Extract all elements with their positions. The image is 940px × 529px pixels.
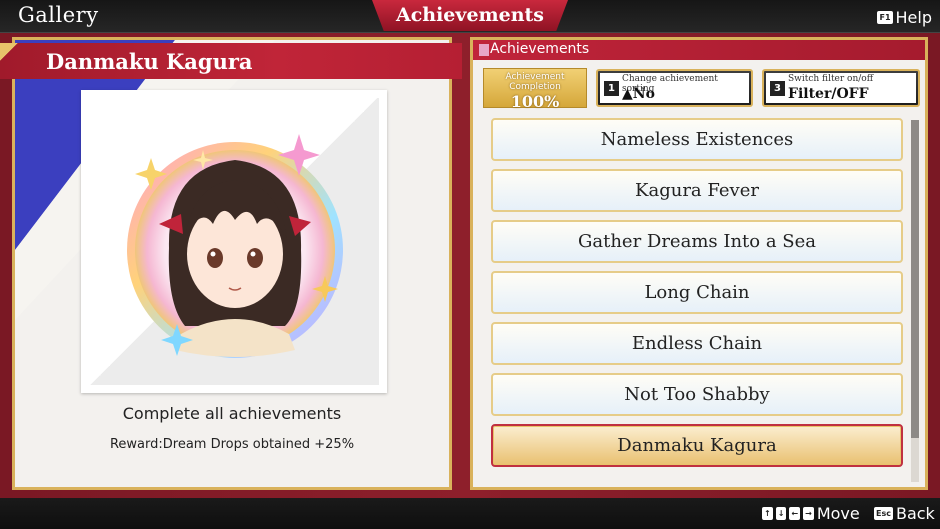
sort-button-value: ▲No [622, 86, 655, 102]
gallery-title: Gallery [18, 3, 99, 27]
back-label: Back [895, 504, 935, 523]
achievement-item[interactable]: Not Too Shabby [491, 373, 903, 416]
achievement-item[interactable]: Nameless Existences [491, 118, 903, 161]
achievement-title-ribbon: Danmaku Kagura [0, 43, 462, 79]
arrow-up-key-icon: ↑ [762, 507, 773, 520]
completion-value: 100% [510, 92, 560, 111]
completion-badge: Achievement Completion 100% [483, 68, 587, 111]
achievement-item-label: Danmaku Kagura [617, 435, 777, 456]
scrollbar-thumb[interactable] [911, 120, 919, 438]
back-button[interactable]: Esc Back [874, 504, 935, 523]
f1-key-icon: F1 [877, 10, 893, 24]
achievement-reward: Reward:Dream Drops obtained +25% [109, 437, 355, 452]
tab-achievements[interactable]: Achievements [372, 0, 568, 31]
move-label: Move [816, 504, 860, 523]
list-scrollbar[interactable] [911, 120, 919, 482]
achievement-list: Nameless Existences Kagura Fever Gather … [491, 118, 905, 470]
key-1-icon: 1 [604, 81, 619, 96]
achievement-detail-panel: Complete all achievements Reward:Dream D… [12, 37, 452, 490]
completion-label: Achievement Completion [505, 72, 565, 92]
list-header-label: Achievements [490, 41, 590, 57]
help-button[interactable]: F1 Help [877, 6, 932, 28]
top-bar: Gallery Achievements F1 Help [0, 0, 940, 33]
achievement-item-label: Nameless Existences [600, 129, 794, 150]
filter-button-label: Switch filter on/off [788, 74, 874, 84]
help-label: Help [895, 7, 932, 27]
achievement-item[interactable]: Long Chain [491, 271, 903, 314]
arrow-left-key-icon: ← [789, 507, 801, 520]
list-header: Achievements [473, 40, 925, 60]
bottom-bar: ↑ ↓ ← → Move Esc Back [0, 498, 940, 529]
filter-button-value: Filter/OFF [788, 86, 869, 102]
achievement-item[interactable]: Endless Chain [491, 322, 903, 365]
arrow-right-key-icon: → [803, 507, 814, 520]
achievement-item-label: Not Too Shabby [624, 384, 770, 405]
key-3-icon: 3 [770, 81, 785, 96]
arrow-down-key-icon: ↓ [775, 507, 787, 520]
portrait-card [81, 90, 387, 393]
achievement-title: Danmaku Kagura [46, 49, 253, 74]
achievement-item-selected[interactable]: Danmaku Kagura [491, 424, 903, 467]
achievement-item-label: Gather Dreams Into a Sea [577, 231, 817, 252]
move-hint: ↑ ↓ ← → Move [762, 504, 860, 523]
esc-key-icon: Esc [874, 507, 893, 520]
achievements-list-panel: Achievements Achievement Completion 100%… [470, 37, 928, 490]
achievement-item-label: Kagura Fever [635, 180, 759, 201]
achievement-item[interactable]: Gather Dreams Into a Sea [491, 220, 903, 263]
achievement-description: Complete all achievements [122, 404, 342, 423]
achievement-item-label: Endless Chain [631, 333, 763, 354]
filter-button[interactable]: 3 Switch filter on/off Filter/OFF [762, 69, 920, 107]
achievement-item[interactable]: Kagura Fever [491, 169, 903, 212]
achievement-item-label: Long Chain [644, 282, 750, 303]
tab-achievements-label: Achievements [395, 4, 545, 26]
portrait-frame [89, 98, 379, 385]
character-portrait-icon [127, 134, 343, 358]
sort-button[interactable]: 1 Change achievement sorting ▲No [596, 69, 753, 107]
